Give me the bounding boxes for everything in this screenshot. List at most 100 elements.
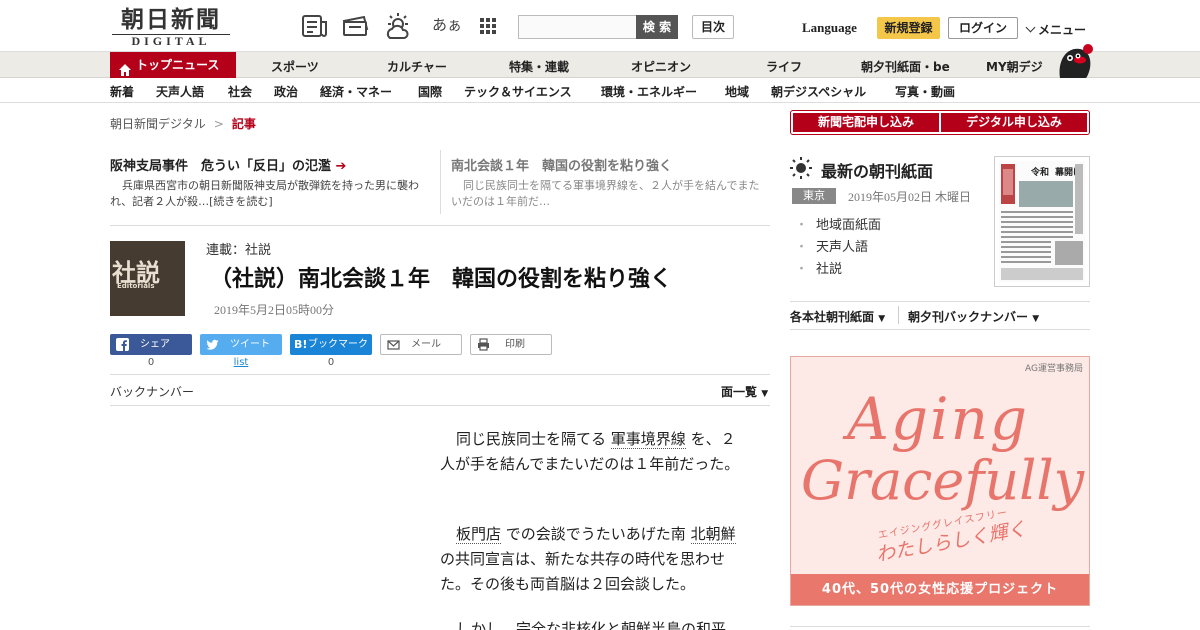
subscribe-box: 新聞宅配申し込み デジタル申し込み (790, 110, 1090, 135)
mascot-icon[interactable] (1054, 42, 1094, 80)
nav-my-asadigi[interactable]: MY朝デジ (986, 58, 1043, 75)
series-label[interactable]: 連載：社説 (206, 239, 271, 258)
divider (790, 329, 1090, 330)
register-button[interactable]: 新規登録 (877, 17, 940, 39)
site-logo[interactable]: 朝日新聞 DIGITAL (112, 8, 230, 48)
coupon-icon[interactable] (341, 12, 371, 40)
backnumber-dropdown[interactable]: 朝夕刊バックナンバー ▼ (908, 308, 1039, 325)
print-button[interactable]: 印刷 (470, 334, 552, 355)
font-size-icon[interactable]: あぁ (432, 14, 462, 35)
nav-special[interactable]: 朝デジスペシャル (771, 83, 866, 100)
login-button[interactable]: ログイン (948, 17, 1018, 39)
language-link[interactable]: Language (802, 20, 857, 36)
mail-button[interactable]: メール (380, 334, 462, 355)
nav-region[interactable]: 地域 (725, 83, 749, 100)
ad-owner: AG運営事務局 (1025, 364, 1083, 374)
breadcrumb-home[interactable]: 朝日新聞デジタル (110, 117, 206, 131)
triangle-down-icon: ▼ (878, 314, 886, 324)
morning-paper-date: 2019年05月02日 木曜日 (848, 190, 972, 204)
morning-link-label: 天声人語 (816, 240, 869, 255)
twitter-count-link[interactable]: list (200, 357, 282, 368)
nav-economy[interactable]: 経済・マネー (320, 83, 392, 100)
nav-paper[interactable]: 朝夕刊紙面・be (861, 58, 950, 75)
bullet: ・ (795, 240, 809, 255)
nav-photo-video[interactable]: 写真・動画 (895, 83, 955, 100)
arrow-right-icon: ➔ (335, 159, 347, 174)
mail-label: メール (411, 339, 441, 350)
newspaper-icon[interactable] (300, 12, 330, 40)
facebook-share-count: 0 (147, 357, 155, 368)
nav-opinion[interactable]: オピニオン (631, 58, 691, 75)
logo-jp: 朝日新聞 (121, 6, 221, 33)
morning-link-label: 地域面紙面 (816, 218, 882, 233)
page-list-dropdown[interactable]: 面一覧 ▼ (721, 383, 768, 400)
primary-nav: トップニュース スポーツ カルチャー 特集・連載 オピニオン ライフ 朝夕刊紙面… (0, 52, 1200, 78)
glossary-link-dmz[interactable]: 軍事境界線 (610, 430, 686, 449)
newspaper-subscribe-button[interactable]: 新聞宅配申し込み (793, 113, 939, 132)
nav-tenseijingo[interactable]: 天声人語 (156, 83, 204, 100)
nav-international[interactable]: 国際 (418, 83, 442, 100)
weather-icon[interactable] (384, 12, 414, 40)
triangle-down-icon: ▼ (1032, 314, 1040, 324)
morning-link-editorial[interactable]: ・社説 (795, 258, 842, 277)
chevron-down-icon (1025, 22, 1036, 33)
backnumber-link[interactable]: バックナンバー (110, 383, 194, 400)
related-article-1-title[interactable]: 阪神支局事件 危うい「反日」の氾濫 ➔ (110, 155, 346, 174)
breadcrumb-current: 記事 (231, 117, 256, 131)
dropdown-label: 各本社朝刊紙面 (790, 310, 875, 324)
regional-morning-dropdown[interactable]: 各本社朝刊紙面 ▼ (790, 308, 885, 325)
site-header: 朝日新聞 DIGITAL あぁ 検 索 目次 Language 新規登録 ログイ… (0, 0, 1200, 52)
newspaper-front-page-thumbnail[interactable]: 令和 幕開け (994, 156, 1090, 287)
morning-link-regional[interactable]: ・地域面紙面 (795, 214, 881, 233)
glossary-link-panmunjom[interactable]: 板門店 (456, 525, 502, 544)
morning-link-label: 社説 (816, 262, 843, 277)
nav-politics[interactable]: 政治 (274, 83, 298, 100)
search-button[interactable]: 検 索 (636, 15, 678, 39)
print-label: 印刷 (505, 339, 525, 350)
morning-link-tenseijingo[interactable]: ・天声人語 (795, 236, 868, 255)
related-divider (440, 150, 441, 214)
menu-button[interactable]: メニュー (1025, 21, 1087, 38)
hatena-bookmark-label: ブックマーク (308, 339, 368, 350)
nav-culture[interactable]: カルチャー (387, 58, 447, 75)
region-badge: 東京 (792, 188, 836, 204)
related-article-1-summary: 兵庫県西宮市の朝日新聞阪神支局が散弾銃を持った男に襲われ、記者２人が殺…[続きを… (110, 179, 419, 208)
glossary-link-north-korea[interactable]: 北朝鮮 (690, 525, 736, 544)
advertisement-banner[interactable]: AG運営事務局 Aging Gracefully エイジンググレイスフリー わた… (790, 356, 1090, 606)
triangle-down-icon: ▼ (761, 389, 769, 399)
nav-sports[interactable]: スポーツ (271, 58, 319, 75)
paper-headline-1: 令和 (1030, 166, 1049, 178)
article-paragraph-2: 板門店 での会談でうたいあげた南 北朝鮮 の共同宣言は、新たな共存の時代を思わせ… (440, 522, 750, 597)
digital-subscribe-button[interactable]: デジタル申し込み (941, 113, 1087, 132)
twitter-tweet-label: ツイート (230, 339, 270, 350)
related-article-2-title[interactable]: 南北会談１年 韓国の役割を粘り強く (451, 155, 672, 174)
nav-new[interactable]: 新着 (110, 83, 134, 100)
ad-footer: 40代、50代の女性応援プロジェクト (791, 574, 1089, 605)
nav-environment[interactable]: 環境・エネルギー (601, 83, 697, 100)
editorial-thumbnail: 社説 Editorials (110, 241, 185, 316)
twitter-tweet-button[interactable]: ツイート (200, 334, 282, 355)
divider (790, 626, 1090, 627)
nav-tech-science[interactable]: テック＆サイエンス (464, 83, 572, 100)
apps-grid-icon[interactable] (476, 12, 500, 40)
menu-label: メニュー (1038, 23, 1087, 37)
logo-en: DIGITAL (112, 34, 230, 48)
article-paragraph-1: 同じ民族同士を隔てる 軍事境界線 を、２人が手を結んでまたいだのは１年前だった。 (440, 427, 750, 477)
search-input[interactable] (518, 15, 638, 39)
divider (110, 374, 770, 375)
hatena-bookmark-count: 0 (327, 357, 335, 368)
ad-headline-2: Gracefully (801, 449, 1085, 512)
facebook-share-button[interactable]: シェア (110, 334, 192, 355)
page: 朝日新聞 DIGITAL あぁ 検 索 目次 Language 新規登録 ログイ… (0, 0, 1200, 630)
index-button[interactable]: 目次 (692, 15, 734, 39)
nav-society[interactable]: 社会 (228, 83, 252, 100)
nav-top-news[interactable]: トップニュース (110, 52, 236, 78)
printer-icon (478, 338, 489, 351)
hatena-bookmark-button[interactable]: B! ブックマーク (290, 334, 372, 355)
nav-features[interactable]: 特集・連載 (509, 58, 569, 75)
thumbnail-en: Editorials (117, 282, 155, 290)
home-icon (119, 59, 131, 76)
nav-life[interactable]: ライフ (766, 58, 802, 75)
page-list-label: 面一覧 (721, 385, 758, 399)
article-paragraph-3: しかし、完全な非核化と朝鮮半島の和平 (456, 620, 727, 630)
